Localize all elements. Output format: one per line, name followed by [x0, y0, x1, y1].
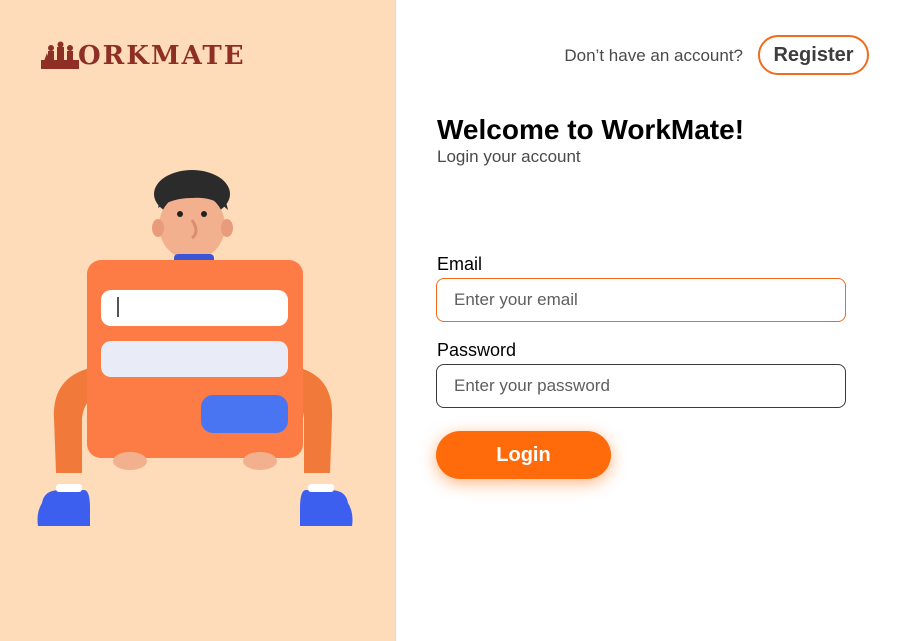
- brand-name: ORKMATE: [78, 41, 246, 71]
- workmate-logo-icon: [41, 41, 79, 69]
- register-button[interactable]: Register: [758, 35, 869, 75]
- email-label: Email: [437, 254, 483, 274]
- right-shoe: [300, 490, 353, 526]
- left-shoe: [37, 490, 90, 526]
- brand-logo: ORKMATE: [40, 40, 246, 72]
- page-subtitle: Login your account: [437, 147, 581, 166]
- login-button[interactable]: Login: [436, 431, 611, 479]
- page-title: Welcome to WorkMate!: [437, 114, 745, 145]
- head-shape: [159, 192, 225, 260]
- password-label: Password: [437, 340, 517, 360]
- person-holding-login-card-illustration: [37, 170, 353, 526]
- password-input[interactable]: [436, 364, 846, 408]
- left-panel: ORKMATE: [0, 0, 396, 641]
- email-input[interactable]: [436, 278, 846, 322]
- no-account-prompt: Don’t have an account?: [564, 46, 743, 65]
